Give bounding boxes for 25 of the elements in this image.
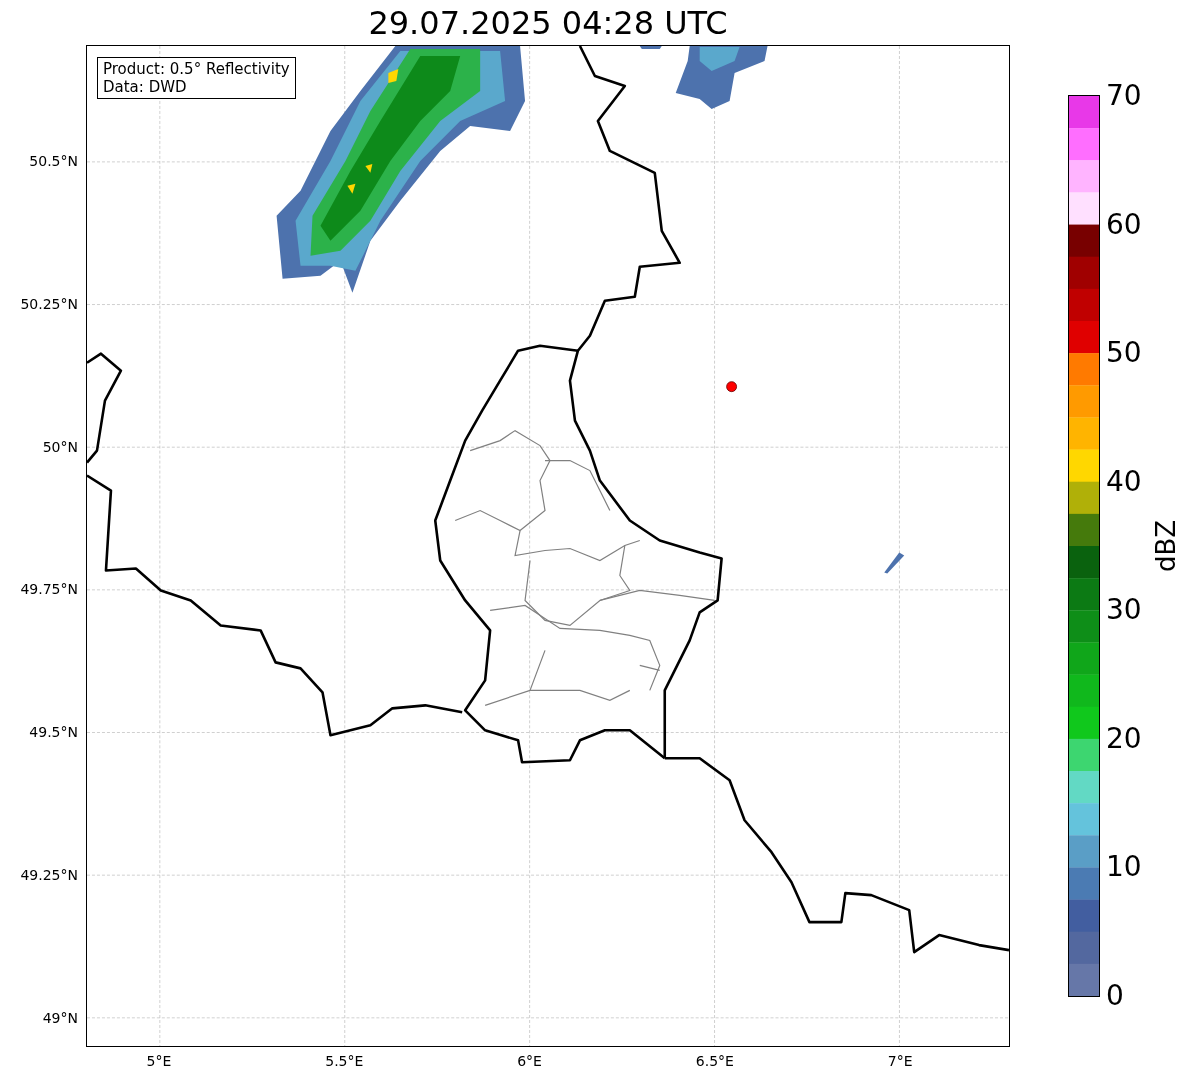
legend-text: Product: 0.5° Reflectivity	[103, 60, 290, 78]
axis-tick-label: 50.5°N	[29, 153, 78, 169]
legend-text: Data: DWD	[103, 78, 188, 96]
axis-tick-label: 6.5°E	[695, 1053, 734, 1069]
colorbar-tick-label: 50	[1106, 338, 1142, 369]
colorbar-tick-label: 0	[1106, 981, 1124, 1011]
colorbar-tick-label: 70	[1106, 81, 1142, 111]
chart-title: 29.07.2025 04:28 UTC	[368, 4, 728, 41]
axis-tick-label: 6°E	[517, 1053, 542, 1069]
axis-tick-label: 5.5°E	[325, 1053, 364, 1069]
colorbar-tick-label: 60	[1106, 209, 1142, 240]
axis-tick-label: 49.75°N	[20, 581, 78, 598]
colorbar-tick-label: 30	[1106, 595, 1142, 626]
axis-tick-label: 50°N	[42, 438, 78, 455]
axis-tick-label: 49°N	[42, 1009, 78, 1026]
axis-tick-label: 49.25°N	[20, 867, 78, 883]
axis-tick-label: 7°E	[887, 1053, 913, 1069]
axis-tick-label: 5°E	[146, 1053, 172, 1069]
radar-site-marker	[726, 381, 737, 393]
colorbar-label: dBZ	[1151, 519, 1182, 573]
axis-tick-label: 49.5°N	[29, 724, 78, 741]
colorbar-tick-label: 10	[1106, 852, 1142, 883]
colorbar-tick-label: 20	[1106, 723, 1142, 754]
axis-tick-label: 50.25°N	[20, 295, 78, 312]
colorbar-tick-label: 40	[1106, 466, 1142, 497]
